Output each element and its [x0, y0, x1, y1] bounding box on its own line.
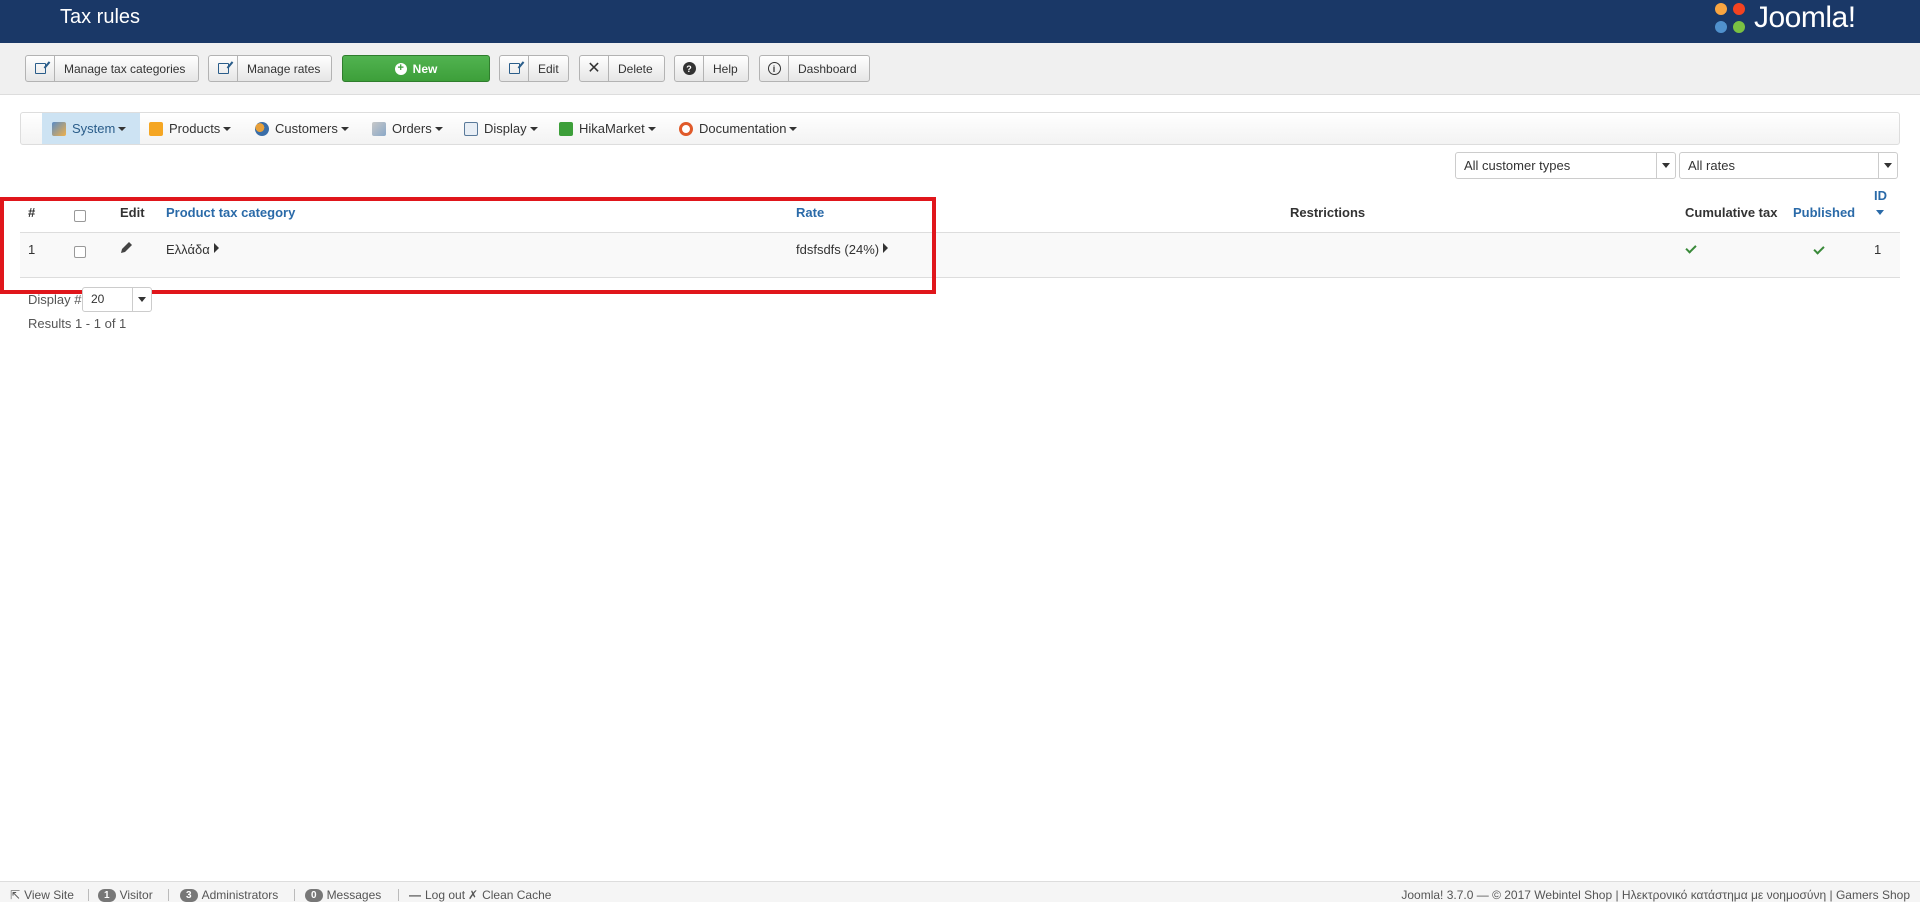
chevron-down-icon — [1878, 153, 1897, 178]
sort-desc-icon — [1876, 210, 1884, 215]
messages-label: Messages — [326, 888, 382, 902]
new-button[interactable]: + New — [342, 55, 490, 82]
edit-icon — [26, 56, 55, 81]
minus-icon: — — [409, 888, 421, 902]
caret-down-icon — [789, 126, 798, 131]
menu-display-label: Display — [484, 121, 527, 136]
display-count-select[interactable]: 20 — [82, 287, 152, 312]
menu-hikamarket-label: HikaMarket — [579, 121, 645, 136]
dashboard-label: Dashboard — [798, 61, 857, 76]
display-label: Display # — [28, 292, 82, 307]
logout-link[interactable]: — Log out — [409, 888, 465, 902]
admin-count-badge: 3 — [180, 888, 198, 902]
view-site-label: View Site — [24, 888, 74, 902]
question-icon: ? — [675, 56, 704, 81]
admin-label: Administrators — [201, 888, 279, 902]
toolbar: Manage tax categories Manage rates + New… — [0, 43, 1920, 95]
manage-rates-label: Manage rates — [247, 61, 321, 76]
logout-label: Log out — [425, 888, 466, 902]
divider — [398, 889, 399, 901]
joomla-logo-icon — [1712, 0, 1748, 36]
delete-label: Delete — [618, 61, 653, 76]
menu-customers-label: Customers — [275, 121, 338, 136]
messages-count-badge: 0 — [305, 888, 323, 902]
edit-icon — [500, 56, 529, 81]
dashboard-button[interactable]: i Dashboard — [759, 55, 870, 82]
display-count-value: 20 — [91, 292, 105, 306]
view-site-link[interactable]: ⇱ View Site — [10, 888, 74, 902]
divider — [168, 889, 169, 901]
customer-type-filter-value: All customer types — [1464, 158, 1571, 173]
menu-orders[interactable]: Orders — [372, 113, 443, 144]
col-published[interactable]: Published — [1793, 205, 1855, 220]
visitor-count-badge: 1 — [98, 888, 116, 902]
caret-down-icon — [340, 126, 349, 131]
box-icon — [149, 121, 163, 136]
customer-type-filter[interactable]: All customer types — [1455, 152, 1676, 179]
delete-button[interactable]: ✕ Delete — [579, 55, 665, 82]
manage-tax-categories-label: Manage tax categories — [64, 61, 186, 76]
rates-filter[interactable]: All rates — [1679, 152, 1898, 179]
menu-documentation[interactable]: Documentation — [679, 113, 798, 144]
edit-icon — [209, 56, 238, 81]
new-label: New — [412, 61, 438, 76]
menu-customers[interactable]: Customers — [255, 113, 349, 144]
menu-orders-label: Orders — [392, 121, 432, 136]
page-title: Tax rules — [60, 6, 141, 28]
col-id[interactable]: ID — [1874, 188, 1887, 203]
plus-circle-icon: + — [394, 62, 407, 75]
results-count: Results 1 - 1 of 1 — [28, 316, 127, 331]
administrators-link[interactable]: 3 Administrators — [180, 888, 278, 902]
divider — [88, 889, 89, 901]
menu-products-label: Products — [169, 121, 221, 136]
visitor-label: Visitor — [119, 888, 153, 902]
clean-cache-link[interactable]: ✗ Clean Cache — [468, 888, 551, 902]
status-bar: ⇱ View Site 1 Visitor 3 Administrators 0… — [0, 881, 1920, 902]
broom-icon: ✗ — [468, 888, 479, 902]
joomla-logo[interactable]: Joomla! — [1712, 0, 1856, 36]
help-button[interactable]: ? Help — [674, 55, 749, 82]
edit-button[interactable]: Edit — [499, 55, 569, 82]
caret-down-icon — [529, 126, 538, 131]
highlight-annotation — [0, 197, 936, 294]
wrench-icon — [52, 121, 66, 136]
close-icon: ✕ — [580, 56, 609, 81]
divider — [294, 889, 295, 901]
header-bar: Tax rules Joomla! — [0, 0, 1920, 43]
menu-display[interactable]: Display — [464, 113, 538, 144]
hikashop-menu: System Products Customers Orders Display… — [20, 112, 1900, 145]
users-icon — [255, 121, 269, 136]
menu-documentation-label: Documentation — [699, 121, 787, 136]
dashboard-icon: i — [760, 56, 789, 81]
caret-down-icon — [223, 126, 232, 131]
external-link-icon: ⇱ — [10, 888, 21, 902]
menu-system[interactable]: System — [42, 113, 140, 144]
chevron-down-icon — [132, 288, 151, 311]
joomla-logo-text: Joomla! — [1754, 1, 1856, 34]
caret-down-icon — [118, 126, 127, 131]
display-icon — [464, 121, 478, 136]
row-id: 1 — [1874, 242, 1882, 257]
lifebuoy-icon — [679, 121, 693, 136]
edit-label: Edit — [538, 61, 559, 76]
messages-link[interactable]: 0 Messages — [305, 888, 381, 902]
menu-hikamarket[interactable]: HikaMarket — [559, 113, 656, 144]
caret-down-icon — [434, 126, 443, 131]
col-restrictions: Restrictions — [1290, 205, 1366, 220]
clean-cache-label: Clean Cache — [482, 888, 552, 902]
manage-tax-categories-button[interactable]: Manage tax categories — [25, 55, 199, 82]
footer-copyright: Joomla! 3.7.0 — © 2017 Webintel Shop | Η… — [1401, 888, 1910, 902]
orders-icon — [372, 121, 386, 136]
menu-products[interactable]: Products — [149, 113, 232, 144]
help-label: Help — [713, 61, 738, 76]
manage-rates-button[interactable]: Manage rates — [208, 55, 332, 82]
visitors-link[interactable]: 1 Visitor — [98, 888, 153, 902]
col-cumulative-tax: Cumulative tax — [1685, 205, 1778, 220]
chevron-down-icon — [1656, 153, 1675, 178]
hikamarket-icon — [559, 121, 573, 136]
rates-filter-value: All rates — [1688, 158, 1735, 173]
caret-down-icon — [647, 126, 656, 131]
menu-system-label: System — [72, 121, 116, 136]
